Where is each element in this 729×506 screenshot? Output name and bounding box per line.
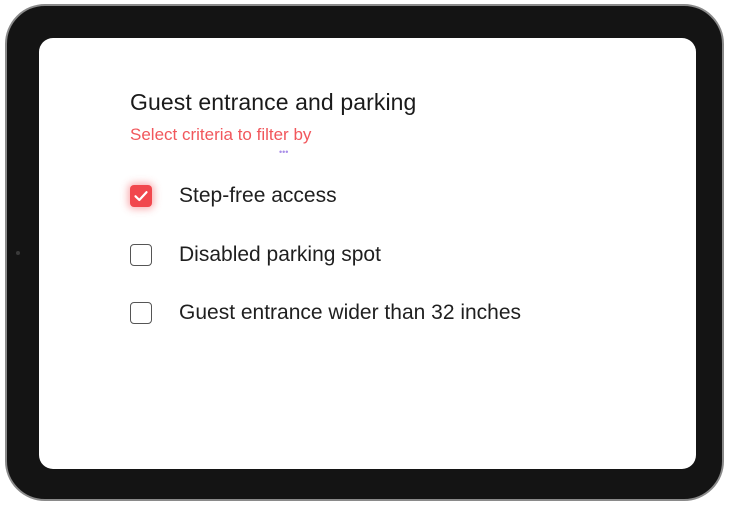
- filter-subtitle: Select criteria to filter by: [130, 125, 312, 144]
- checkbox-wide-guest-entrance[interactable]: [130, 302, 152, 324]
- tablet-frame: Guest entrance and parking Select criter…: [5, 4, 724, 501]
- tablet-screen: Guest entrance and parking Select criter…: [39, 38, 696, 469]
- checkmark-icon: [134, 191, 148, 202]
- option-disabled-parking-spot[interactable]: Disabled parking spot: [130, 242, 381, 268]
- option-label: Disabled parking spot: [179, 243, 381, 266]
- option-label: Step-free access: [179, 184, 337, 207]
- page-title: Guest entrance and parking: [130, 89, 417, 115]
- option-step-free-access[interactable]: Step-free access: [130, 183, 337, 209]
- option-wide-guest-entrance[interactable]: Guest entrance wider than 32 inches: [130, 300, 521, 326]
- option-label: Guest entrance wider than 32 inches: [179, 301, 522, 324]
- checkbox-step-free-access[interactable]: [130, 185, 152, 207]
- camera-dot: [16, 251, 20, 255]
- cursor-dots: •••: [279, 147, 289, 157]
- checkbox-disabled-parking-spot[interactable]: [130, 244, 152, 266]
